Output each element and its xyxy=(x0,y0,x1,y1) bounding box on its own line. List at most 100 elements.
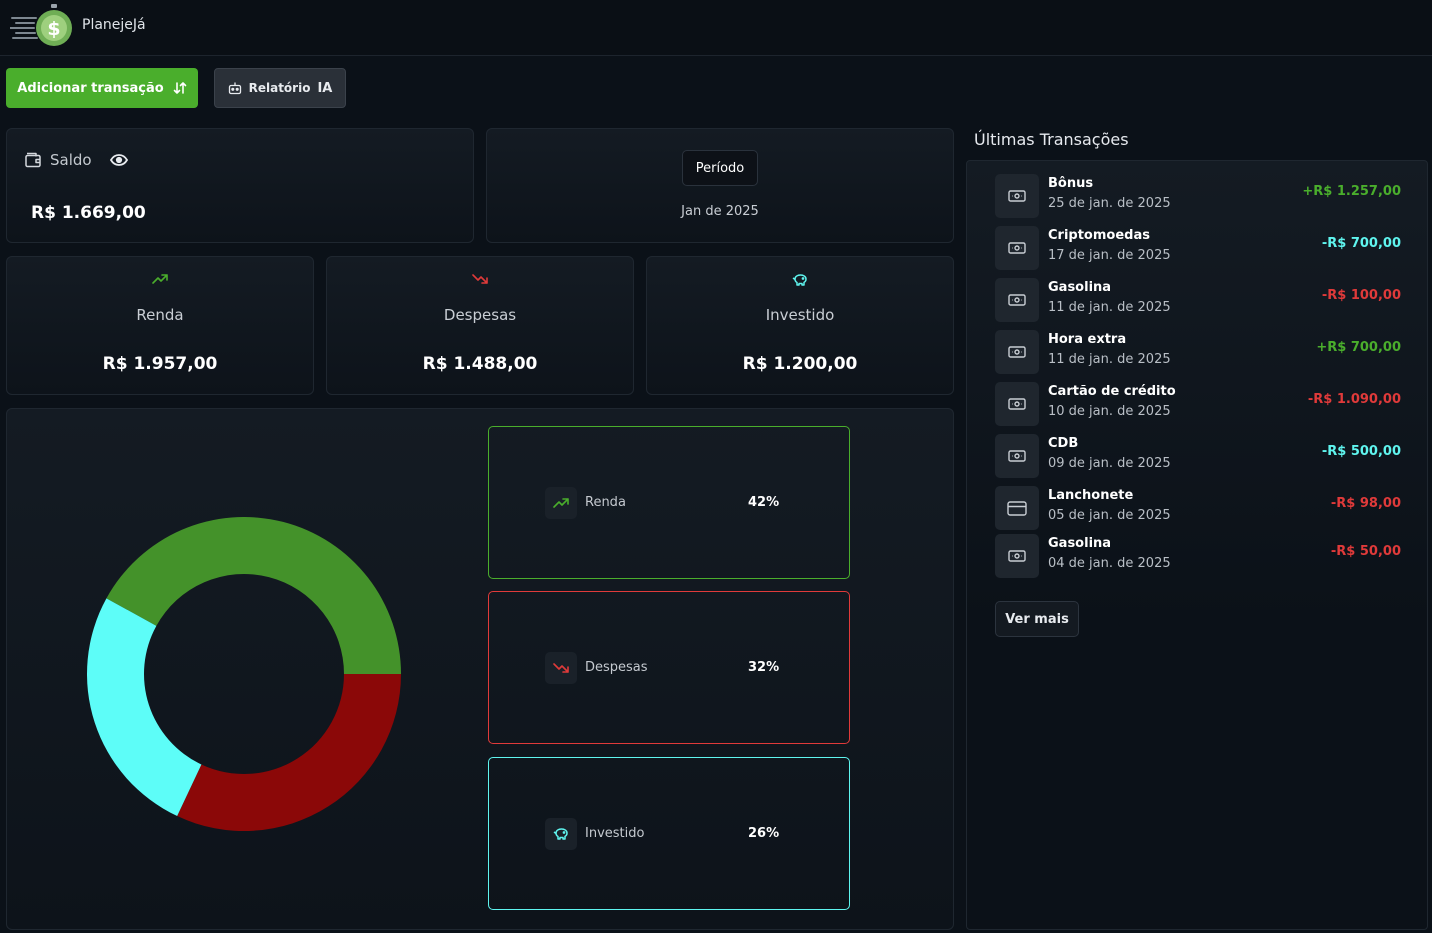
donut-slice-renda xyxy=(106,517,401,674)
transaction-date: 10 de jan. de 2025 xyxy=(1048,404,1171,419)
expenses-value: R$ 1.488,00 xyxy=(422,354,538,374)
banknote-icon xyxy=(1008,398,1026,410)
transaction-amount: +R$ 1.257,00 xyxy=(1302,184,1401,199)
see-more-button[interactable]: Ver mais xyxy=(995,601,1079,637)
transaction-row[interactable]: Gasolina 04 de jan. de 2025 -R$ 50,00 xyxy=(995,534,1401,578)
transaction-icon xyxy=(995,330,1039,374)
banknote-icon xyxy=(1008,190,1026,202)
legend-income-label: Renda xyxy=(585,495,626,510)
banknote-icon xyxy=(1008,450,1026,462)
legend-invested: Investido 26% xyxy=(488,757,850,910)
banknote-icon xyxy=(1008,294,1026,306)
transactions-title: Últimas Transações xyxy=(974,130,1129,149)
transaction-icon xyxy=(995,534,1039,578)
transaction-name: CDB xyxy=(1048,436,1079,451)
transaction-date: 25 de jan. de 2025 xyxy=(1048,196,1171,211)
transaction-icon xyxy=(995,174,1039,218)
balance-value: R$ 1.669,00 xyxy=(31,203,146,223)
invested-card: Investido R$ 1.200,00 xyxy=(646,256,954,395)
transaction-icon xyxy=(995,382,1039,426)
transaction-name: Gasolina xyxy=(1048,280,1112,295)
transaction-name: Hora extra xyxy=(1048,332,1127,347)
legend-expenses-percent: 32% xyxy=(748,660,780,675)
transaction-icon xyxy=(995,434,1039,478)
transaction-amount: -R$ 50,00 xyxy=(1330,544,1401,559)
invested-label: Investido xyxy=(765,306,835,324)
legend-income-percent: 42% xyxy=(748,495,780,510)
balance-header: Saldo xyxy=(24,151,128,169)
banknote-icon xyxy=(1008,242,1026,254)
ai-suffix: IA xyxy=(317,80,333,96)
donut-slice-despesas xyxy=(177,674,401,831)
top-header: $ PlanejeJá xyxy=(0,0,1432,56)
invested-value: R$ 1.200,00 xyxy=(742,354,858,374)
transaction-row[interactable]: Gasolina 11 de jan. de 2025 -R$ 100,00 xyxy=(995,278,1401,322)
transaction-name: Gasolina xyxy=(1048,536,1112,551)
piggy-bank-icon xyxy=(553,828,568,840)
transaction-icon xyxy=(995,278,1039,322)
add-transaction-button[interactable]: Adicionar transação xyxy=(6,68,198,108)
distribution-chart-card: Renda 42% Despesas 32% Investido 26% xyxy=(6,408,954,930)
piggy-bank-icon xyxy=(792,274,807,286)
banknote-icon xyxy=(1008,346,1026,358)
transaction-date: 05 de jan. de 2025 xyxy=(1048,508,1171,523)
brand-name: PlanejeJá xyxy=(82,17,146,33)
transaction-row[interactable]: Bônus 25 de jan. de 2025 +R$ 1.257,00 xyxy=(995,174,1401,218)
credit-card-icon xyxy=(1007,500,1027,516)
legend-invested-label: Investido xyxy=(585,826,645,841)
transaction-amount: +R$ 700,00 xyxy=(1316,340,1401,355)
transactions-panel: Ver mais Bônus 25 de jan. de 2025 +R$ 1.25… xyxy=(966,160,1428,930)
wallet-icon xyxy=(25,152,41,168)
legend-invested-percent: 26% xyxy=(748,826,780,841)
transaction-date: 04 de jan. de 2025 xyxy=(1048,556,1171,571)
transaction-name: Bônus xyxy=(1048,176,1094,191)
trending-up-icon xyxy=(553,498,569,508)
legend-expenses: Despesas 32% xyxy=(488,591,850,744)
income-card: Renda R$ 1.957,00 xyxy=(6,256,314,395)
arrows-up-down-icon xyxy=(173,82,187,94)
trending-down-icon xyxy=(553,663,569,673)
income-label: Renda xyxy=(136,306,184,324)
balance-card: Saldo R$ 1.669,00 xyxy=(6,128,474,243)
transaction-date: 11 de jan. de 2025 xyxy=(1048,300,1171,315)
ai-report-label: Relatório xyxy=(248,81,311,95)
transaction-icon xyxy=(995,226,1039,270)
transaction-date: 09 de jan. de 2025 xyxy=(1048,456,1171,471)
transaction-amount: -R$ 500,00 xyxy=(1321,444,1401,459)
transaction-name: Lanchonete xyxy=(1048,488,1134,503)
period-value: Jan de 2025 xyxy=(681,204,759,219)
period-selector[interactable]: Período xyxy=(682,150,758,186)
trending-down-icon xyxy=(472,274,488,284)
transaction-row[interactable]: Lanchonete 05 de jan. de 2025 -R$ 98,00 xyxy=(995,486,1401,530)
transaction-amount: -R$ 1.090,00 xyxy=(1307,392,1401,407)
period-card: Período Jan de 2025 xyxy=(486,128,954,243)
dollar-coin-icon[interactable]: $ xyxy=(10,4,76,48)
expenses-label: Despesas xyxy=(443,306,517,324)
balance-label: Saldo xyxy=(50,151,92,169)
eye-icon[interactable] xyxy=(109,154,128,166)
expenses-card: Despesas R$ 1.488,00 xyxy=(326,256,634,395)
transaction-date: 11 de jan. de 2025 xyxy=(1048,352,1171,367)
income-value: R$ 1.957,00 xyxy=(102,354,218,374)
transaction-row[interactable]: CDB 09 de jan. de 2025 -R$ 500,00 xyxy=(995,434,1401,478)
transaction-date: 17 de jan. de 2025 xyxy=(1048,248,1171,263)
transaction-row[interactable]: Cartão de crédito 10 de jan. de 2025 -R$ 1… xyxy=(995,382,1401,426)
transaction-name: Cartão de crédito xyxy=(1048,384,1176,399)
transaction-amount: -R$ 700,00 xyxy=(1321,236,1401,251)
transaction-amount: -R$ 98,00 xyxy=(1330,496,1401,511)
transaction-name: Criptomoedas xyxy=(1048,228,1150,243)
robot-icon xyxy=(228,82,241,94)
banknote-icon xyxy=(1008,550,1026,562)
transaction-amount: -R$ 100,00 xyxy=(1321,288,1401,303)
donut-chart xyxy=(87,517,401,831)
add-transaction-label: Adicionar transação xyxy=(17,80,164,96)
transaction-icon xyxy=(995,486,1039,530)
legend-expenses-label: Despesas xyxy=(585,660,648,675)
legend-income: Renda 42% xyxy=(488,426,850,579)
donut-slice-investido xyxy=(87,598,202,817)
transaction-row[interactable]: Hora extra 11 de jan. de 2025 +R$ 700,00 xyxy=(995,330,1401,374)
transaction-row[interactable]: Criptomoedas 17 de jan. de 2025 -R$ 700,00 xyxy=(995,226,1401,270)
svg-text:$: $ xyxy=(47,18,60,40)
ai-report-button[interactable]: Relatório IA xyxy=(214,68,346,108)
trending-up-icon xyxy=(152,274,168,284)
